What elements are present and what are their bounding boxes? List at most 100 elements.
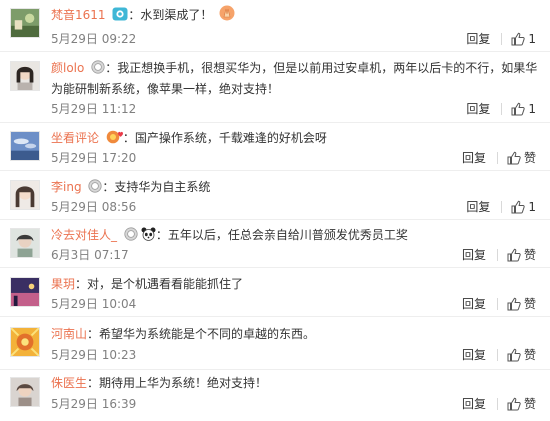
- avatar-image: [11, 229, 39, 257]
- avatar-image: [11, 9, 39, 37]
- comment-item: 颜lolo ：我正想换手机，很想买华为，但是以前用过安卓机，两年以后卡的不行，如…: [0, 52, 550, 123]
- avatar-image: [11, 181, 39, 209]
- like-count: 赞: [523, 248, 536, 262]
- avatar[interactable]: [10, 228, 40, 258]
- comment-text-line: 颜lolo ：我正想换手机，很想买华为，但是以前用过安卓机，两年以后卡的不行，如…: [51, 58, 538, 100]
- avatar-image: [11, 278, 39, 306]
- username-link[interactable]: 河南山: [51, 327, 87, 341]
- comment-item: 坐看评论 ：国产操作系统，千载难逢的好机会呀 5月29日 17:20 回复 赞: [0, 123, 550, 171]
- member-medal-icon[interactable]: [124, 227, 138, 241]
- comment-feed: 梵音1611 ：水到渠成了！ 5月29日 09:22 回复 1 颜lolo ：我…: [0, 0, 550, 421]
- comment-actions: 回复 赞: [462, 150, 536, 166]
- comment-actions: 回复 1: [466, 101, 536, 117]
- praying-hands-emoji-icon: [219, 5, 235, 21]
- comment-body: 支持华为自主系统: [114, 180, 211, 194]
- comment-actions: 回复 赞: [462, 247, 536, 263]
- avatar[interactable]: [10, 180, 40, 210]
- separator: ：: [128, 8, 141, 22]
- action-divider: [496, 398, 498, 410]
- comment-actions: 回复 1: [466, 199, 536, 215]
- avatar[interactable]: [10, 131, 40, 161]
- separator: ：: [122, 131, 135, 145]
- username-link[interactable]: 冷去对佳人_: [51, 228, 117, 242]
- avatar[interactable]: [10, 327, 40, 357]
- username-link[interactable]: 侏医生: [51, 376, 87, 390]
- timestamp: 5月29日 09:22: [51, 32, 137, 46]
- reply-button[interactable]: 回复: [462, 150, 486, 166]
- comment-text-line: 梵音1611 ：水到渠成了！: [51, 5, 538, 26]
- action-divider: [501, 201, 503, 213]
- like-button[interactable]: 赞: [507, 296, 536, 312]
- thumbs-up-icon: [511, 32, 526, 46]
- timestamp: 5月29日 17:20: [51, 151, 137, 165]
- comment-item: 冷去对佳人_ ：五年以后，任总会亲自给川普颁发优秀员工奖 6月3日 07:17: [0, 220, 550, 268]
- fans-heart-icon[interactable]: [106, 130, 123, 144]
- like-button[interactable]: 赞: [507, 396, 536, 412]
- timestamp: 6月3日 07:17: [51, 248, 129, 262]
- like-button[interactable]: 赞: [507, 150, 536, 166]
- reply-button[interactable]: 回复: [466, 199, 490, 215]
- action-divider: [501, 103, 503, 115]
- like-button[interactable]: 赞: [507, 247, 536, 263]
- action-divider: [496, 152, 498, 164]
- action-divider: [496, 249, 498, 261]
- comment-actions: 回复 赞: [462, 396, 536, 412]
- thumbs-up-icon: [507, 348, 521, 362]
- like-button[interactable]: 1: [511, 199, 536, 215]
- timestamp: 5月29日 08:56: [51, 200, 137, 214]
- comment-text-line: 侏医生：期待用上华为系统！绝对支持！: [51, 373, 538, 394]
- like-button[interactable]: 1: [511, 101, 536, 117]
- comment-actions: 回复 1: [466, 31, 536, 47]
- action-divider: [496, 298, 498, 310]
- like-count: 1: [528, 200, 536, 214]
- username-link[interactable]: 颜lolo: [51, 61, 84, 75]
- separator: ：: [87, 376, 100, 390]
- timestamp: 5月29日 16:39: [51, 397, 137, 411]
- comment-body: 希望华为系统能是个不同的卓越的东西。: [99, 327, 316, 341]
- like-button[interactable]: 赞: [507, 347, 536, 363]
- vip-camera-icon[interactable]: [112, 7, 128, 21]
- member-medal-icon[interactable]: [88, 179, 102, 193]
- comment-text-line: 冷去对佳人_ ：五年以后，任总会亲自给川普颁发优秀员工奖: [51, 225, 538, 246]
- timestamp: 5月29日 10:04: [51, 297, 137, 311]
- comment-actions: 回复 赞: [462, 347, 536, 363]
- reply-button[interactable]: 回复: [462, 247, 486, 263]
- avatar[interactable]: [10, 377, 40, 407]
- reply-button[interactable]: 回复: [462, 296, 486, 312]
- username-link[interactable]: 梵音1611: [51, 8, 106, 22]
- reply-button[interactable]: 回复: [466, 101, 490, 117]
- reply-button[interactable]: 回复: [462, 347, 486, 363]
- like-count: 1: [528, 102, 536, 116]
- panda-icon[interactable]: [141, 227, 156, 241]
- thumbs-up-icon: [507, 248, 521, 262]
- username-link[interactable]: 李ing: [51, 180, 82, 194]
- reply-button[interactable]: 回复: [466, 31, 490, 47]
- comment-item: 梵音1611 ：水到渠成了！ 5月29日 09:22 回复 1: [0, 0, 550, 52]
- avatar-image: [11, 328, 39, 356]
- like-button[interactable]: 1: [511, 31, 536, 47]
- avatar-image: [11, 62, 39, 90]
- username-link[interactable]: 坐看评论: [51, 131, 99, 145]
- comment-item: 侏医生：期待用上华为系统！绝对支持！ 5月29日 16:39 回复 赞: [0, 370, 550, 421]
- thumbs-up-icon: [511, 200, 526, 214]
- timestamp: 5月29日 10:23: [51, 348, 137, 362]
- comment-text-line: 坐看评论 ：国产操作系统，千载难逢的好机会呀: [51, 128, 538, 149]
- comment-body: 国产操作系统，千载难逢的好机会呀: [134, 131, 327, 145]
- comment-text-line: 李ing ：支持华为自主系统: [51, 177, 538, 198]
- timestamp: 5月29日 11:12: [51, 102, 137, 116]
- comment-item: 河南山：希望华为系统能是个不同的卓越的东西。 5月29日 10:23 回复 赞: [0, 317, 550, 370]
- comment-item: 李ing ：支持华为自主系统 5月29日 08:56 回复 1: [0, 171, 550, 220]
- comment-actions: 回复 赞: [462, 296, 536, 312]
- separator: ：: [75, 277, 88, 291]
- reply-button[interactable]: 回复: [462, 396, 486, 412]
- separator: ：: [87, 327, 100, 341]
- avatar-image: [11, 378, 39, 406]
- avatar[interactable]: [10, 277, 40, 307]
- avatar[interactable]: [10, 61, 40, 91]
- like-count: 赞: [523, 297, 536, 311]
- avatar[interactable]: [10, 8, 40, 38]
- username-link[interactable]: 果玥: [51, 277, 75, 291]
- member-medal-icon[interactable]: [91, 60, 105, 74]
- like-count: 赞: [523, 397, 536, 411]
- comment-text-line: 河南山：希望华为系统能是个不同的卓越的东西。: [51, 324, 538, 345]
